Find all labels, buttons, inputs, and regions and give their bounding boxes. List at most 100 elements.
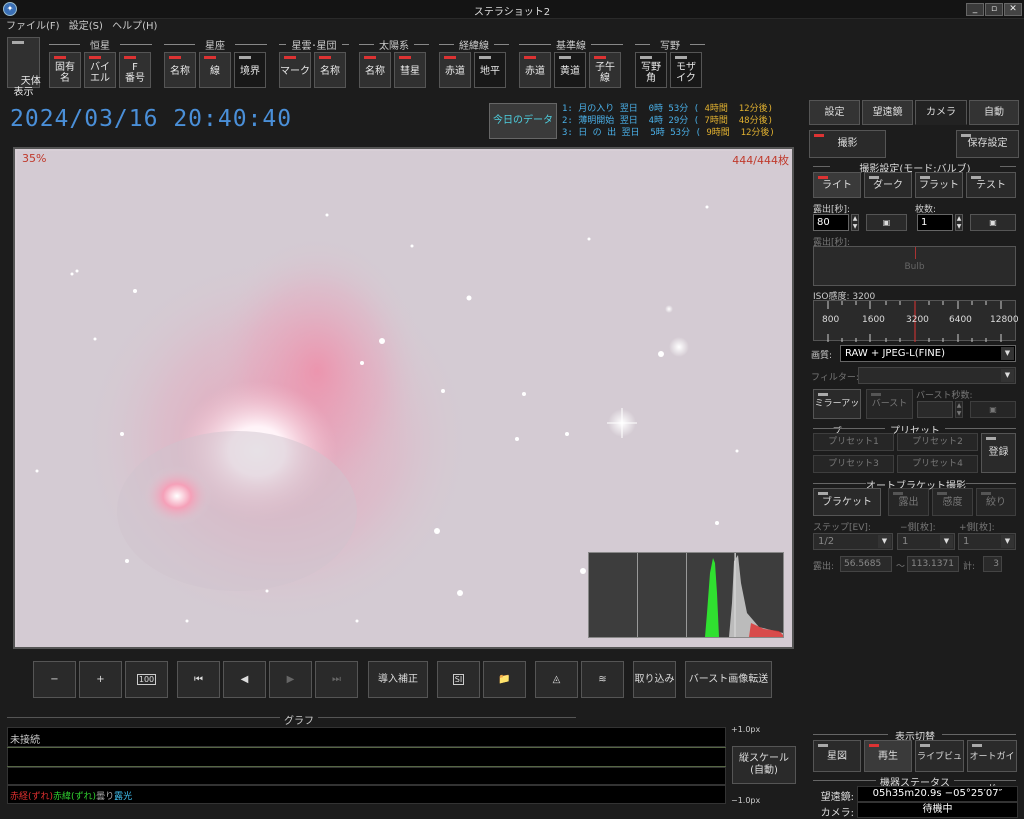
histogram-button[interactable]: ◬ xyxy=(535,661,578,698)
intro-correction-button[interactable]: 導入補正 xyxy=(368,661,428,698)
zoom-in-button[interactable]: + xyxy=(79,661,122,698)
burst-button[interactable]: バースト xyxy=(866,389,913,419)
preset-1-button[interactable]: プリセット1 xyxy=(813,433,894,451)
exposure-picker-button[interactable]: ▣ xyxy=(866,214,907,231)
starmap-button[interactable]: 星図 xyxy=(813,740,861,772)
graph-button[interactable]: ≋ xyxy=(581,661,624,698)
step-select[interactable]: 1/2 ▼ xyxy=(813,533,893,550)
filter-select[interactable]: ▼ xyxy=(858,367,1016,384)
group-label-nebula: 星雲･星団 xyxy=(286,37,342,52)
graph-status: 未接続 xyxy=(10,735,40,746)
shoot-button[interactable]: 撮影 xyxy=(809,130,886,158)
burst-seconds-label: バースト秒数: xyxy=(916,391,973,401)
maximize-button[interactable]: ▫ xyxy=(985,3,1003,16)
tab-settings[interactable]: 設定 xyxy=(809,100,860,125)
chevron-down-icon: ▼ xyxy=(878,535,891,548)
close-button[interactable]: ✕ xyxy=(1004,3,1022,16)
autoguide-button[interactable]: オートガイド xyxy=(967,740,1017,794)
bracket-button[interactable]: ブラケット xyxy=(813,488,881,516)
constellation-boundary-button[interactable]: 境界 xyxy=(234,52,266,88)
bracket-aperture-button[interactable]: 絞り xyxy=(976,488,1016,516)
total-label: 計: xyxy=(963,562,976,572)
nebula-name-button[interactable]: 名称 xyxy=(314,52,346,88)
mode-flat-button[interactable]: フラット xyxy=(915,172,963,198)
first-frame-button[interactable]: ⏮ xyxy=(177,661,220,698)
playback-button[interactable]: 再生 xyxy=(864,740,912,772)
si-button[interactable]: SI xyxy=(437,661,480,698)
bulb-label: Bulb xyxy=(904,262,925,272)
plus-label: +側[枚]: xyxy=(959,523,995,533)
field-angle-button[interactable]: 写野 角 xyxy=(635,52,667,88)
zoom-out-button[interactable]: − xyxy=(33,661,76,698)
solar-name-button[interactable]: 名称 xyxy=(359,52,391,88)
burst-transfer-button[interactable]: バースト画像転送 xyxy=(685,661,772,698)
grid-horizontal-button[interactable]: 地平 xyxy=(474,52,506,88)
exposure-input[interactable]: 80 xyxy=(813,214,849,231)
mode-dark-button[interactable]: ダーク xyxy=(864,172,912,198)
constellation-name-button[interactable]: 名称 xyxy=(164,52,196,88)
step-label: ステップ[EV]: xyxy=(813,523,871,533)
exposure-spinner[interactable]: ▲ ▼ xyxy=(851,214,859,231)
star-proper-name-button[interactable]: 固有 名 xyxy=(49,52,81,88)
tab-telescope[interactable]: 望遠鏡 xyxy=(862,100,913,125)
minimize-button[interactable]: _ xyxy=(966,3,984,16)
grid-equatorial-button[interactable]: 赤道 xyxy=(439,52,471,88)
minus-select[interactable]: 1 ▼ xyxy=(897,533,955,550)
comet-button[interactable]: 彗星 xyxy=(394,52,426,88)
save-settings-button[interactable]: 保存設定 xyxy=(956,130,1019,158)
last-frame-button[interactable]: ⏭ xyxy=(315,661,358,698)
folder-button[interactable]: 📁 xyxy=(483,661,526,698)
play-icon: ▶ xyxy=(286,674,295,685)
chevron-down-icon: ▼ xyxy=(940,535,953,548)
preset-2-button[interactable]: プリセット2 xyxy=(897,433,978,451)
ref-meridian-button[interactable]: 子午 線 xyxy=(589,52,621,88)
iso-tick-3200: 3200 xyxy=(906,315,929,325)
burst-seconds-input[interactable] xyxy=(917,401,953,418)
ref-equator-button[interactable]: 赤道 xyxy=(519,52,551,88)
import-button[interactable]: 取り込み xyxy=(633,661,676,698)
frames-spinner[interactable]: ▲ ▼ xyxy=(955,214,963,231)
bracket-exposure-button[interactable]: 露出 xyxy=(888,488,929,516)
menu-help[interactable]: ヘルプ(H) xyxy=(112,19,157,35)
star-bayer-button[interactable]: バイ エル xyxy=(84,52,116,88)
si-icon: SI xyxy=(452,674,465,685)
burst-spinner[interactable]: ▲ ▼ xyxy=(955,401,963,418)
register-button[interactable]: 登録 xyxy=(981,433,1016,473)
plus-select[interactable]: 1 ▼ xyxy=(958,533,1016,550)
star-flamsteed-button[interactable]: F 番号 xyxy=(119,52,151,88)
iso-slider[interactable]: 800 1600 3200 6400 12800 xyxy=(813,300,1019,342)
frames-input[interactable]: 1 xyxy=(917,214,953,231)
bracket-sensitivity-button[interactable]: 感度 xyxy=(932,488,973,516)
group-label-solar: 太陽系 xyxy=(374,37,414,52)
actual-size-button[interactable]: 100 xyxy=(125,661,168,698)
frames-picker-button[interactable]: ▣ xyxy=(970,214,1016,231)
mirror-up-button[interactable]: ミラーアップ xyxy=(813,389,861,437)
tab-auto[interactable]: 自動 xyxy=(969,100,1019,125)
picker-icon: ▣ xyxy=(882,218,891,227)
exposure-slider[interactable]: Bulb xyxy=(813,246,1016,286)
mosaic-button[interactable]: モザ イク xyxy=(670,52,702,88)
menu-file[interactable]: ファイル(F) xyxy=(6,19,60,35)
chevron-down-icon: ▼ xyxy=(1001,369,1014,382)
mode-light-button[interactable]: ライト xyxy=(813,172,861,198)
burst-picker-button[interactable]: ▣ xyxy=(970,401,1016,418)
tab-camera[interactable]: カメラ xyxy=(915,100,967,125)
mode-test-button[interactable]: テスト xyxy=(966,172,1016,198)
tenkyu-display-button[interactable]: 天体 表示 xyxy=(7,37,41,98)
prev-frame-button[interactable]: ◀ xyxy=(223,661,266,698)
liveview-button[interactable]: ライブビュー xyxy=(915,740,964,794)
zoom-out-icon: − xyxy=(50,674,59,685)
exp-range-label: 露出: xyxy=(813,562,835,572)
quality-select[interactable]: RAW + JPEG-L(FINE) ▼ xyxy=(840,345,1016,362)
exp-to-value: 113.1371 xyxy=(907,556,959,572)
today-data-button[interactable]: 今日のデータ xyxy=(489,103,557,139)
preset-3-button[interactable]: プリセット3 xyxy=(813,455,894,473)
play-button[interactable]: ▶ xyxy=(269,661,312,698)
menu-settings[interactable]: 設定(S) xyxy=(69,19,103,35)
constellation-line-button[interactable]: 線 xyxy=(199,52,231,88)
nebula-mark-button[interactable]: マーク xyxy=(279,52,311,88)
datetime-display: 2024/03/16 20:40:40 xyxy=(10,106,293,132)
ref-ecliptic-button[interactable]: 黄道 xyxy=(554,52,586,88)
preset-4-button[interactable]: プリセット4 xyxy=(897,455,978,473)
vertical-scale-button[interactable]: 縦スケール (自動) xyxy=(732,746,796,784)
